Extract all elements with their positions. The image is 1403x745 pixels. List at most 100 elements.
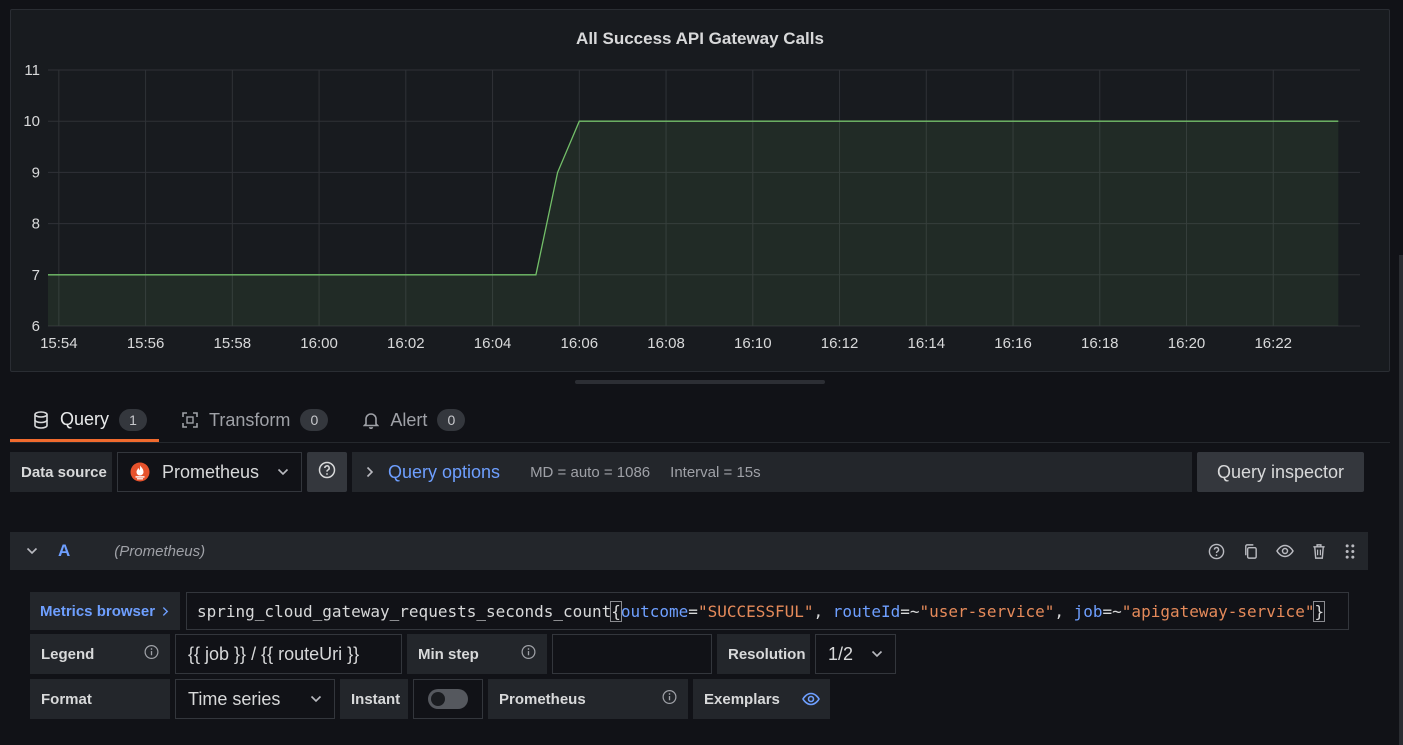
prometheus-type-text: Prometheus: [499, 690, 586, 708]
query-ref-id[interactable]: A: [58, 541, 70, 561]
metrics-browser-button[interactable]: Metrics browser: [30, 592, 180, 630]
editor-tabs: Query 1 Transform 0 Alert 0: [10, 400, 477, 442]
tab-query[interactable]: Query 1: [10, 400, 160, 442]
panel-resize-handle[interactable]: [575, 380, 825, 384]
datasource-picker[interactable]: Prometheus: [117, 452, 302, 492]
label-key: routeId: [832, 601, 901, 621]
min-step-label-text: Min step: [418, 645, 479, 663]
label-operator: =: [688, 601, 698, 621]
tab-alert[interactable]: Alert 0: [340, 400, 477, 440]
format-select[interactable]: Time series: [175, 679, 335, 719]
tab-query-count: 1: [119, 408, 148, 431]
help-icon[interactable]: [1208, 543, 1225, 560]
database-icon: [32, 410, 50, 429]
interval: Interval = 15s: [670, 463, 761, 481]
x-tick-label: 16:12: [821, 335, 859, 352]
label-operator: =~: [1102, 601, 1122, 621]
resolution-value: 1/2: [828, 643, 854, 664]
x-tick-label: 16:22: [1254, 335, 1292, 352]
query-row-actions: [1208, 532, 1356, 570]
legend-label-text: Legend: [41, 645, 95, 663]
instant-toggle-field: [413, 679, 483, 719]
info-icon[interactable]: [662, 690, 677, 709]
instant-toggle[interactable]: [428, 689, 468, 709]
chevron-right-icon: [162, 606, 169, 617]
x-tick-label: 16:10: [734, 335, 772, 352]
exemplars-label-text: Exemplars: [704, 690, 780, 708]
legend-value: {{ job }} / {{ routeUri }}: [188, 643, 360, 664]
y-tick-label: 7: [32, 267, 40, 284]
y-tick-label: 10: [23, 113, 40, 130]
x-tick-label: 15:56: [127, 335, 165, 352]
bell-icon: [362, 411, 380, 429]
query-inspector-label: Query inspector: [1216, 461, 1345, 482]
tab-alert-label: Alert: [390, 409, 428, 430]
format-value: Time series: [188, 688, 281, 709]
format-label: Format: [30, 679, 170, 719]
query-row-header[interactable]: A (Prometheus): [10, 532, 1368, 570]
x-tick-label: 16:04: [474, 335, 512, 352]
info-icon[interactable]: [521, 645, 536, 664]
exemplars-eye-icon[interactable]: [801, 692, 820, 706]
resolution-label: Resolution: [717, 634, 810, 674]
datasource-label-text: Data source: [21, 463, 107, 481]
tab-alert-count: 0: [437, 409, 466, 431]
eye-icon[interactable]: [1276, 544, 1294, 558]
collapse-chevron-icon[interactable]: [26, 547, 38, 555]
trash-icon[interactable]: [1311, 543, 1327, 560]
drag-handle-icon[interactable]: [1344, 543, 1356, 560]
datasource-selected: Prometheus: [162, 461, 260, 482]
tab-transform-count: 0: [300, 409, 329, 431]
metrics-browser-label: Metrics browser: [40, 602, 156, 620]
label-key: job: [1073, 601, 1103, 621]
label-separator: ,: [1054, 601, 1074, 621]
format-label-text: Format: [41, 690, 92, 708]
resolution-select[interactable]: 1/2: [815, 634, 896, 674]
info-icon[interactable]: [144, 645, 159, 664]
legend-label: Legend: [30, 634, 170, 674]
instant-label-text: Instant: [351, 690, 401, 708]
chevron-down-icon: [277, 465, 289, 479]
exemplars-label: Exemplars: [693, 679, 830, 719]
x-tick-label: 15:54: [40, 335, 78, 352]
query-brace-close: }: [1313, 600, 1326, 622]
max-data-points: MD = auto = 1086: [530, 463, 651, 481]
x-tick-label: 16:06: [561, 335, 599, 352]
question-circle-icon: [318, 461, 336, 484]
tab-transform-label: Transform: [209, 409, 291, 430]
transform-icon: [181, 411, 199, 429]
x-tick-label: 15:58: [214, 335, 252, 352]
legend-input[interactable]: {{ job }} / {{ routeUri }}: [175, 634, 402, 674]
query-inspector-button[interactable]: Query inspector: [1197, 452, 1364, 492]
y-tick-label: 8: [32, 216, 40, 233]
prometheus-type-label: Prometheus: [488, 679, 688, 719]
time-series-chart: 6 7 8 9 10 11 15:54 15:56 15:58 16:00 16:02 16:04 16…: [23, 62, 1360, 352]
min-step-label: Min step: [407, 634, 547, 674]
x-tick-label: 16:16: [994, 335, 1032, 352]
x-tick-label: 16:00: [300, 335, 338, 352]
prometheus-logo-icon: [130, 462, 150, 482]
query-options-toggle[interactable]: Query options MD = auto = 1086 Interval …: [352, 452, 1192, 492]
x-tick-label: 16:08: [647, 335, 685, 352]
promql-query-input[interactable]: spring_cloud_gateway_requests_seconds_co…: [186, 592, 1349, 630]
y-tick-label: 9: [32, 164, 40, 181]
query-options-label: Query options: [388, 461, 501, 482]
label-separator: ,: [813, 601, 833, 621]
label-operator: =~: [900, 601, 920, 621]
tab-transform[interactable]: Transform 0: [159, 400, 340, 440]
tab-divider: [10, 442, 1390, 443]
graph-panel: All Success API Gateway Calls 6 7 8 9 10 11 15…: [10, 9, 1390, 372]
x-tick-label: 16:14: [908, 335, 946, 352]
query-datasource-name: (Prometheus): [114, 542, 206, 560]
page-scrollbar[interactable]: [1399, 255, 1403, 745]
label-value: "apigateway-service": [1121, 601, 1315, 621]
chevron-down-icon: [871, 647, 883, 661]
chevron-down-icon: [310, 692, 322, 706]
y-tick-label: 6: [32, 318, 40, 335]
chevron-right-icon: [366, 466, 374, 478]
x-tick-label: 16:20: [1168, 335, 1206, 352]
duplicate-icon[interactable]: [1242, 543, 1259, 560]
resolution-label-text: Resolution: [728, 645, 806, 663]
min-step-input[interactable]: [552, 634, 712, 674]
datasource-help-button[interactable]: [307, 452, 347, 492]
